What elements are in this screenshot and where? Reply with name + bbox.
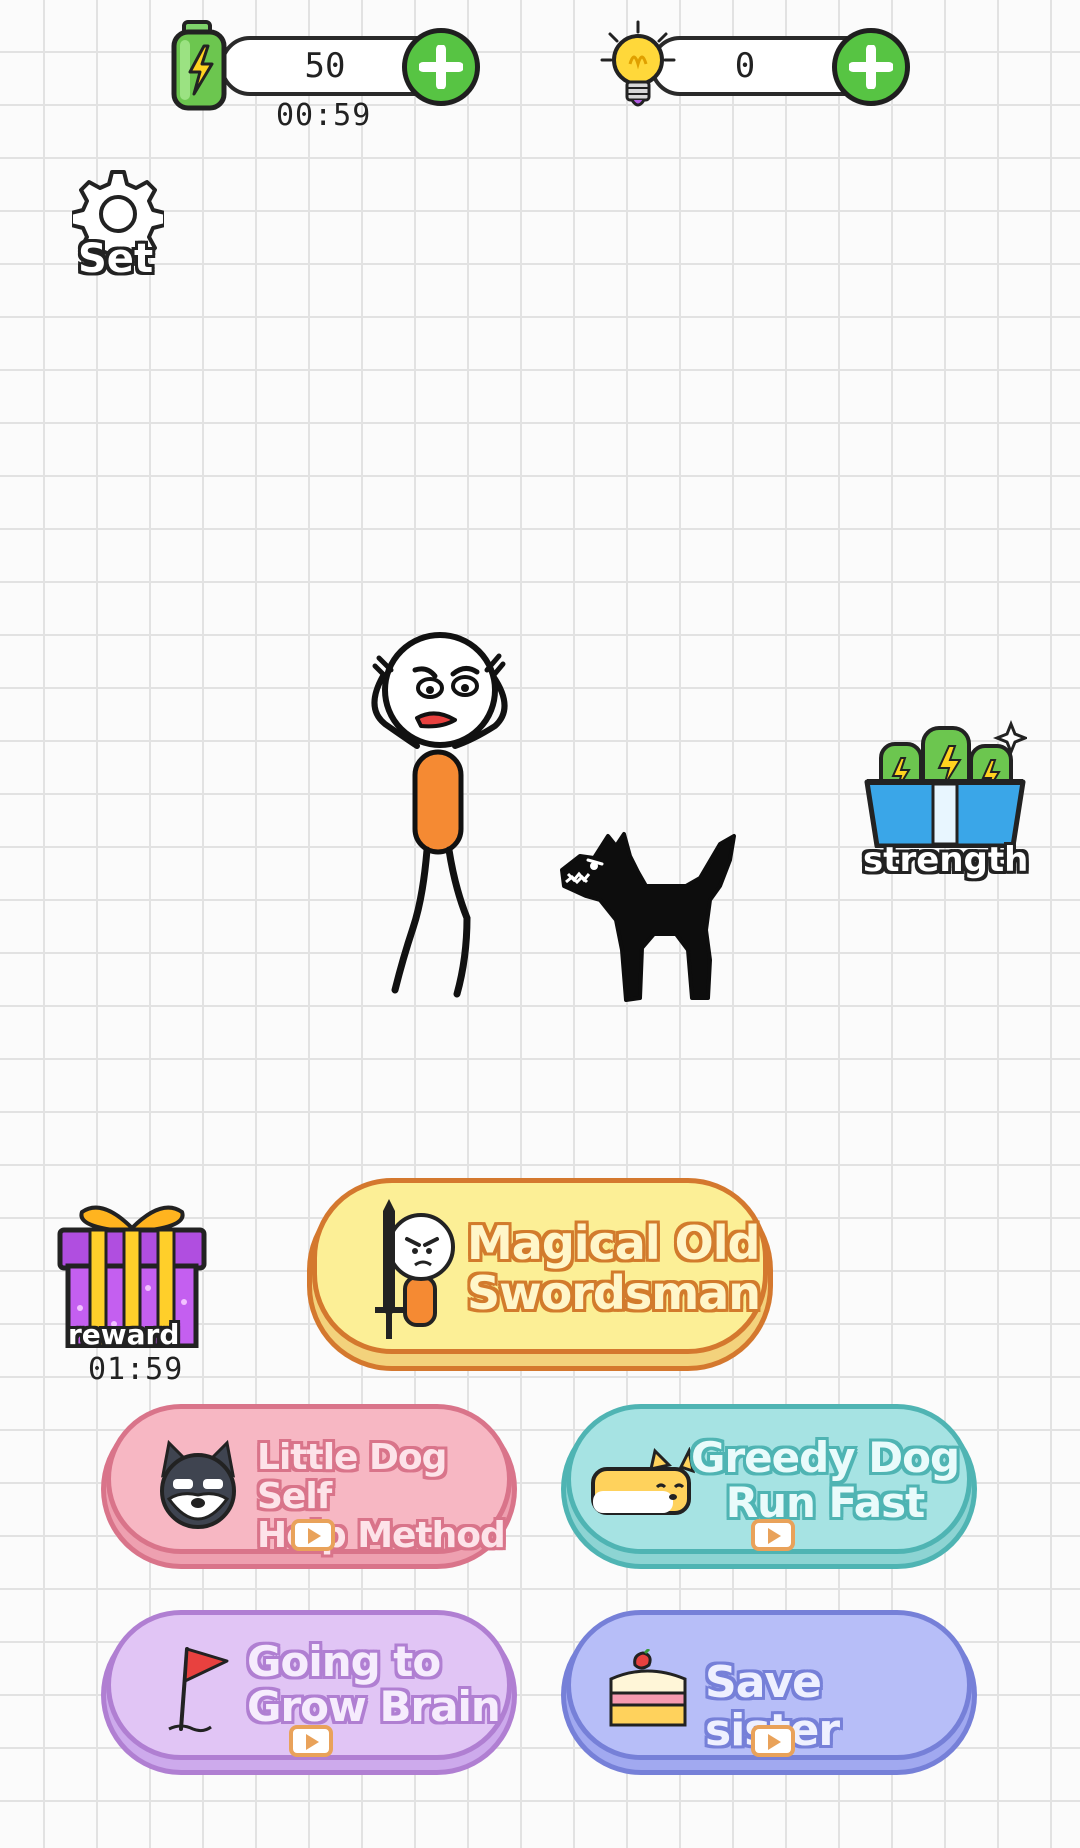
video-ad-icon <box>751 1519 795 1551</box>
reward-timer: 01:59 <box>88 1352 184 1387</box>
battery-basket-icon <box>864 719 1027 848</box>
level-save-sister-button[interactable]: Save sister <box>566 1610 972 1760</box>
level-little-dog-self-help-button[interactable]: Little Dog Self Help Method <box>106 1404 512 1555</box>
strength-button[interactable]: strength <box>855 718 1035 893</box>
level-title-line2: Swordsman <box>467 1265 761 1320</box>
lightbulb-icon <box>600 20 676 107</box>
hint-value: 0 <box>734 46 756 86</box>
level-title-line2: Grow Brain <box>247 1682 501 1732</box>
add-hint-button[interactable] <box>832 28 910 106</box>
level-title-line1: Save sister <box>705 1657 840 1754</box>
plus-icon <box>849 45 893 89</box>
level-title-line1: Little Dog Self <box>257 1437 447 1517</box>
battery-icon <box>171 20 227 111</box>
plus-icon <box>419 45 463 89</box>
stickman-character <box>371 632 508 998</box>
swordsman-icon <box>375 1199 455 1339</box>
settings-label: Set <box>78 236 154 282</box>
level-title: Greedy Dog Run Fast <box>691 1433 960 1528</box>
husky-face-icon <box>160 1439 236 1529</box>
level-title: Going to Grow Brain <box>247 1637 501 1732</box>
reward-label: reward <box>68 1318 180 1351</box>
level-going-to-grow-brain-button[interactable]: Going to Grow Brain <box>106 1610 512 1760</box>
level-title-line1: Magical Old <box>467 1216 760 1270</box>
flag-icon <box>168 1647 229 1733</box>
level-title-line1: Greedy Dog <box>691 1433 960 1482</box>
video-ad-icon <box>289 1725 333 1757</box>
energy-value: 50 <box>304 46 346 86</box>
cake-icon <box>609 1649 687 1727</box>
hint-counter: 0 <box>600 20 910 110</box>
level-title: Magical Old Swordsman <box>467 1216 761 1320</box>
video-ad-icon <box>291 1519 335 1551</box>
level-title-line1: Going to <box>247 1637 441 1686</box>
level-title-line2: Run Fast <box>725 1478 925 1528</box>
level-greedy-dog-run-fast-button[interactable]: Greedy Dog Run Fast <box>566 1404 972 1554</box>
level-magical-old-swordsman-button[interactable]: Magical Old Swordsman <box>312 1178 768 1354</box>
level-title: Save sister <box>705 1659 967 1754</box>
settings-button[interactable]: Set <box>68 168 172 288</box>
strength-label: strength <box>863 840 1029 880</box>
video-ad-icon <box>751 1725 795 1757</box>
energy-counter: 50 <box>170 20 480 111</box>
shiba-dog-icon <box>591 1447 695 1515</box>
energy-timer: 00:59 <box>276 98 372 133</box>
add-energy-button[interactable] <box>402 28 480 106</box>
black-dog <box>560 832 736 1002</box>
